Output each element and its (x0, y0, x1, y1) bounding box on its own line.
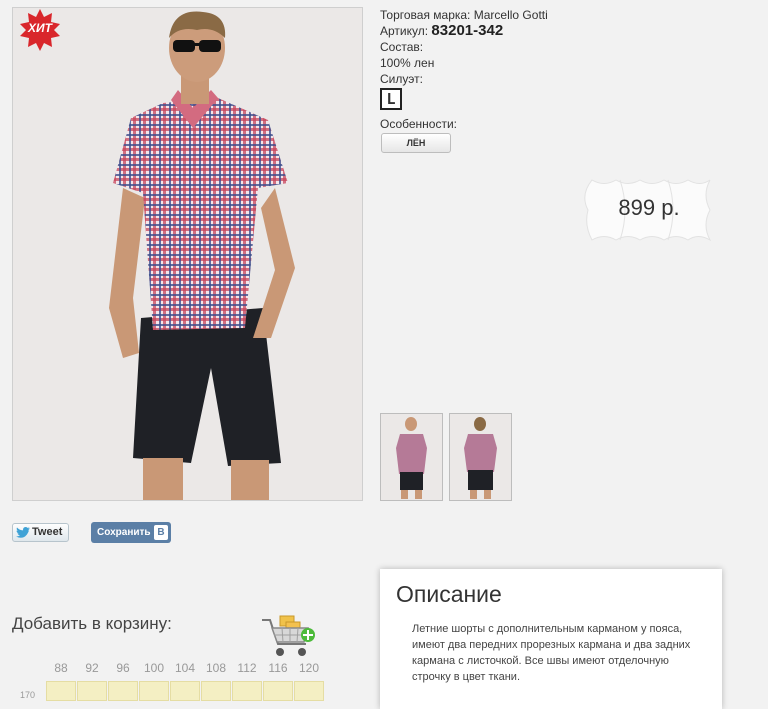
brand-value: Marcello Gotti (473, 8, 548, 22)
tweet-label: Tweet (32, 526, 63, 538)
silhouette-icon: L (380, 88, 402, 110)
vk-logo-icon: В (154, 525, 168, 540)
size-label: 108 (205, 661, 227, 675)
size-cell[interactable] (201, 681, 231, 701)
add-to-cart-title: Добавить в корзину: (12, 614, 172, 633)
size-cell[interactable] (294, 681, 324, 701)
size-label: 120 (298, 661, 320, 675)
size-label: 92 (85, 661, 99, 675)
add-to-cart-icon[interactable] (258, 612, 318, 660)
thumbnail-front[interactable] (380, 413, 443, 501)
article-label: Артикул: (380, 24, 429, 38)
size-cell[interactable] (46, 681, 76, 701)
size-label: 96 (116, 661, 130, 675)
twitter-bird-icon (16, 527, 30, 538)
size-cell[interactable] (139, 681, 169, 701)
size-cell[interactable] (232, 681, 262, 701)
thumbnail-back-image (450, 414, 511, 500)
size-cell[interactable] (170, 681, 200, 701)
tweet-button[interactable]: Tweet (12, 523, 69, 542)
silhouette-label: Силуэт: (380, 72, 423, 86)
product-info: Торговая марка: Marcello Gotti Артикул: … (380, 7, 548, 87)
vk-save-button[interactable]: Сохранить В (91, 522, 171, 543)
size-label: 116 (268, 661, 288, 675)
size-cell[interactable] (77, 681, 107, 701)
thumbnail-front-image (381, 414, 442, 500)
thumbnail-back[interactable] (449, 413, 512, 501)
price-tag: 899 р. (580, 179, 718, 242)
vk-save-label: Сохранить (97, 527, 151, 538)
article-value: 83201-342 (431, 22, 504, 39)
product-main-photo[interactable]: ХИТ (12, 7, 363, 501)
size-label: 88 (54, 661, 68, 675)
size-cell[interactable] (108, 681, 138, 701)
description-panel: Описание Летние шорты с дополнительным к… (380, 569, 722, 709)
badge-label: ХИТ (28, 21, 52, 35)
description-text: Летние шорты с дополнительным карманом у… (412, 623, 691, 683)
size-label: 104 (174, 661, 196, 675)
feature-tag-button[interactable]: ЛЁН (381, 133, 451, 153)
height-row-label: 170 (20, 690, 36, 700)
composition-label: Состав: (380, 40, 424, 54)
size-label: 100 (143, 661, 165, 675)
price-value: 899 р. (618, 195, 680, 220)
composition-value: 100% лен (380, 56, 435, 70)
size-label: 112 (237, 661, 257, 675)
brand-label: Торговая марка: (380, 8, 471, 22)
model-photo-illustration (13, 8, 362, 500)
features-label: Особенности: (380, 117, 458, 131)
shopping-cart-plus-icon (262, 615, 315, 656)
size-cell[interactable] (263, 681, 293, 701)
hit-badge: ХИТ (19, 9, 61, 51)
description-title: Описание (396, 581, 502, 607)
